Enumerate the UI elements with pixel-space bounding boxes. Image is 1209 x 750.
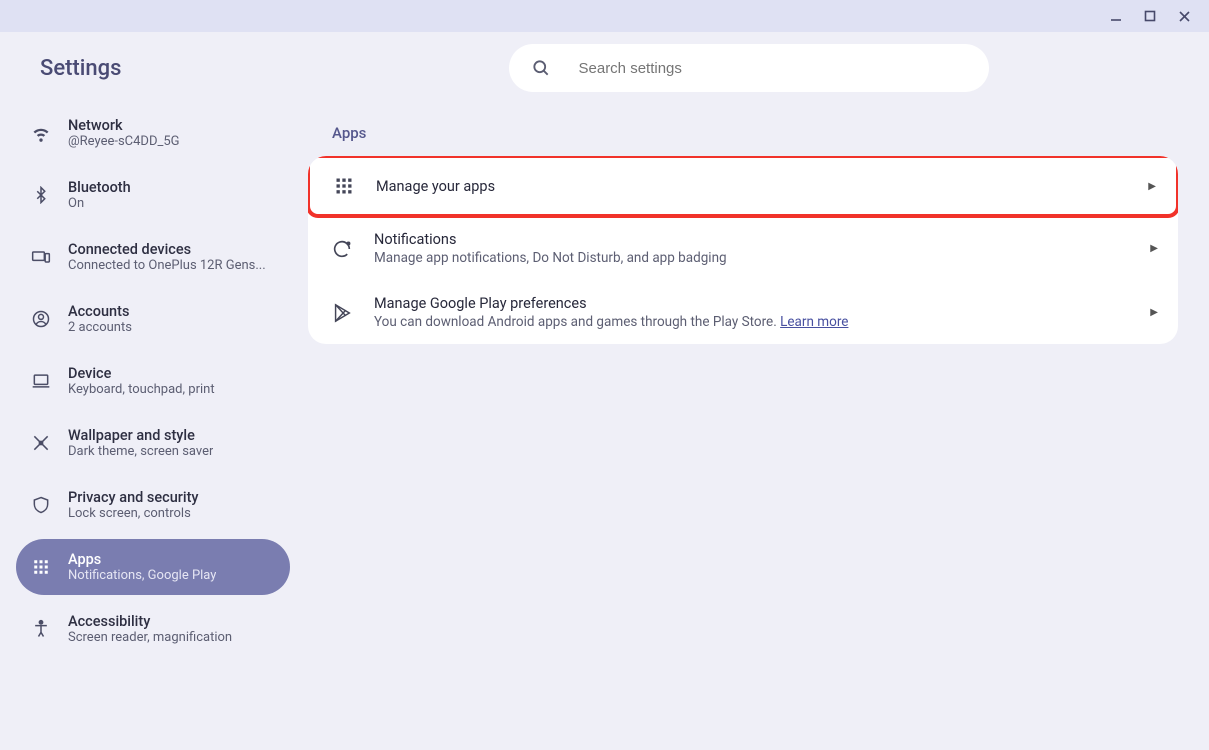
sidebar-sub: @Reyee-sC4DD_5G <box>68 134 180 149</box>
account-icon <box>30 308 52 330</box>
apps-card: Manage your apps ▶ Notifications Manage … <box>308 156 1178 344</box>
row-title: Notifications <box>374 231 1150 248</box>
search-bar[interactable] <box>509 44 989 92</box>
sidebar-sub: Screen reader, magnification <box>68 630 232 645</box>
main-panel: Apps Manage your apps ▶ No <box>306 32 1209 750</box>
sidebar-sub: Connected to OnePlus 12R Gens... <box>68 258 266 273</box>
sidebar-sub: 2 accounts <box>68 320 132 335</box>
sidebar-item-network[interactable]: Network @Reyee-sC4DD_5G <box>16 105 290 161</box>
row-title: Manage Google Play preferences <box>374 295 1150 312</box>
minimize-button[interactable] <box>1099 2 1133 30</box>
sidebar-item-privacy[interactable]: Privacy and security Lock screen, contro… <box>16 477 290 533</box>
bluetooth-icon <box>30 184 52 206</box>
sidebar-label: Wallpaper and style <box>68 427 213 444</box>
sidebar-item-device[interactable]: Device Keyboard, touchpad, print <box>16 353 290 409</box>
close-button[interactable] <box>1167 2 1201 30</box>
sidebar-label: Accessibility <box>68 613 232 630</box>
refresh-icon <box>328 235 356 263</box>
row-title: Manage your apps <box>376 178 1148 195</box>
sidebar-sub: On <box>68 196 131 211</box>
sidebar-label: Network <box>68 117 180 134</box>
chevron-right-icon: ▶ <box>1150 307 1158 318</box>
sidebar-item-wallpaper[interactable]: Wallpaper and style Dark theme, screen s… <box>16 415 290 471</box>
laptop-icon <box>30 370 52 392</box>
sidebar-label: Apps <box>68 551 216 568</box>
wifi-icon <box>30 122 52 144</box>
sidebar: Settings Network @Reyee-sC4DD_5G Bluetoo… <box>0 32 306 750</box>
window-titlebar <box>0 0 1209 32</box>
row-google-play[interactable]: Manage Google Play preferences You can d… <box>308 280 1178 344</box>
row-subtitle: You can download Android apps and games … <box>374 314 1150 330</box>
sidebar-sub: Dark theme, screen saver <box>68 444 213 459</box>
sidebar-label: Accounts <box>68 303 132 320</box>
maximize-button[interactable] <box>1133 2 1167 30</box>
row-subtitle: Manage app notifications, Do Not Disturb… <box>374 250 1150 266</box>
wallpaper-icon <box>30 432 52 454</box>
sidebar-item-apps[interactable]: Apps Notifications, Google Play <box>16 539 290 595</box>
sidebar-sub: Lock screen, controls <box>68 506 199 521</box>
search-input[interactable] <box>579 60 967 77</box>
sidebar-label: Connected devices <box>68 241 266 258</box>
shield-icon <box>30 494 52 516</box>
row-notifications[interactable]: Notifications Manage app notifications, … <box>308 216 1178 280</box>
apps-grid-icon <box>330 172 358 200</box>
section-title: Apps <box>308 120 1178 156</box>
sidebar-item-accessibility[interactable]: Accessibility Screen reader, magnificati… <box>16 601 290 657</box>
learn-more-link[interactable]: Learn more <box>780 314 848 330</box>
sidebar-item-connected-devices[interactable]: Connected devices Connected to OnePlus 1… <box>16 229 290 285</box>
sidebar-item-bluetooth[interactable]: Bluetooth On <box>16 167 290 223</box>
apps-icon <box>30 556 52 578</box>
accessibility-icon <box>30 618 52 640</box>
sidebar-sub: Keyboard, touchpad, print <box>68 382 215 397</box>
search-icon <box>531 58 551 78</box>
app-title: Settings <box>16 44 290 105</box>
row-manage-apps[interactable]: Manage your apps ▶ <box>308 156 1178 218</box>
sidebar-label: Bluetooth <box>68 179 131 196</box>
sidebar-label: Privacy and security <box>68 489 199 506</box>
sidebar-item-accounts[interactable]: Accounts 2 accounts <box>16 291 290 347</box>
devices-icon <box>30 246 52 268</box>
sidebar-sub: Notifications, Google Play <box>68 568 216 583</box>
chevron-right-icon: ▶ <box>1150 243 1158 254</box>
sidebar-label: Device <box>68 365 215 382</box>
play-store-icon <box>328 299 356 327</box>
chevron-right-icon: ▶ <box>1148 181 1156 192</box>
